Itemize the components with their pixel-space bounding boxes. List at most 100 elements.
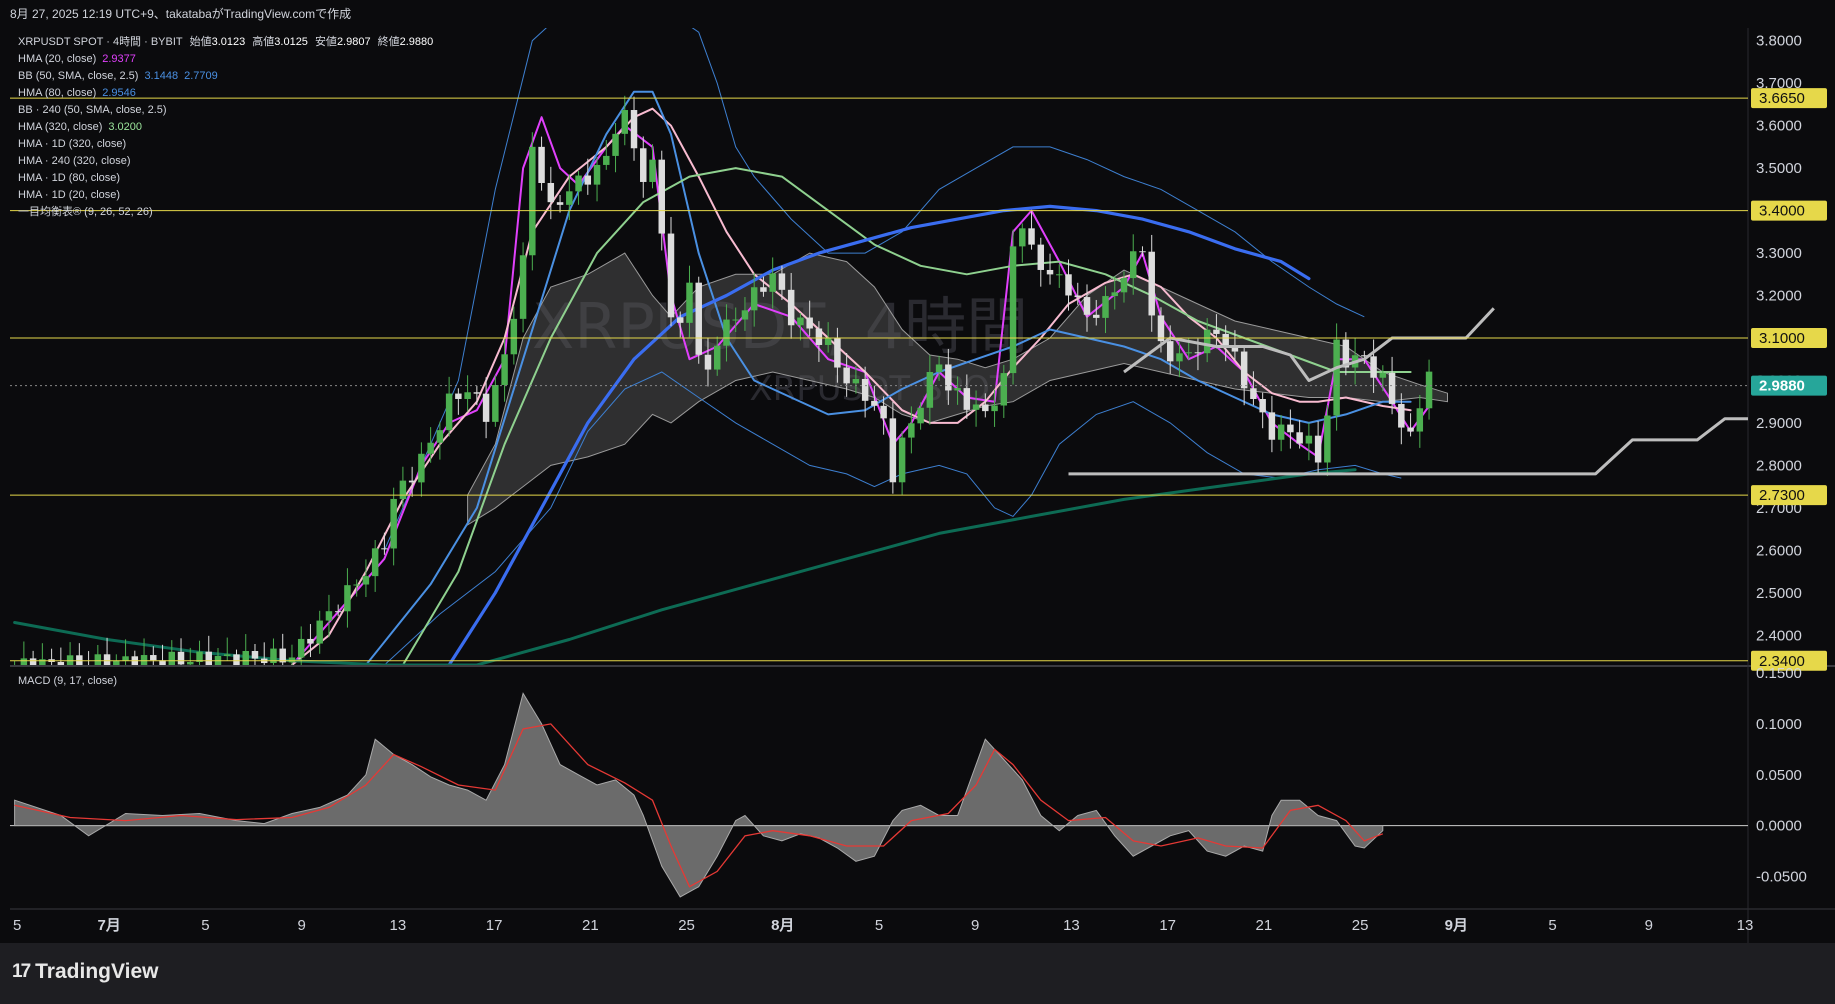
date-axis-tick: 5 — [201, 917, 209, 934]
date-axis-tick: 9月 — [1445, 917, 1468, 934]
legend-indicator-value: 2.9377 — [102, 53, 136, 65]
candle-body — [1083, 297, 1091, 315]
candle-body — [741, 310, 749, 320]
candle-body — [1370, 356, 1377, 378]
legend-indicator-row[interactable]: 一目均衡表® (9, 26, 52, 26) — [18, 204, 433, 221]
candle-body — [1240, 351, 1248, 389]
candle-body — [510, 318, 518, 355]
candle-body — [769, 273, 776, 292]
date-axis-tick: 21 — [582, 917, 599, 934]
candle-body — [381, 548, 388, 550]
candle-body — [1296, 432, 1303, 444]
legend-indicator-label: HMA · 1D (20, close) — [18, 189, 121, 201]
candle-body — [297, 638, 305, 658]
candle-body — [713, 345, 721, 370]
candle-body — [1305, 435, 1313, 444]
date-axis-tick: 25 — [1352, 917, 1369, 934]
candle-body — [1314, 435, 1322, 463]
tradingview-logo[interactable]: 17 TradingView — [12, 960, 158, 984]
legend-indicator-row[interactable]: BB · 240 (50, SMA, close, 2.5) — [18, 102, 433, 119]
candle-body — [251, 651, 259, 659]
legend-indicator-label: HMA (320, close) — [18, 121, 103, 133]
legend-indicator-row[interactable]: HMA (320, close) 3.0200 — [18, 119, 433, 136]
candle-body — [150, 655, 157, 661]
candle-body — [307, 638, 314, 644]
date-axis-tick: 5 — [13, 917, 21, 934]
candle-body — [399, 480, 407, 499]
candle-body — [168, 651, 176, 665]
legend-indicator-value2: 2.7709 — [184, 70, 218, 82]
candle-body — [316, 620, 323, 644]
candle-body — [122, 656, 129, 661]
candle-body — [492, 384, 499, 422]
legend-indicator-row[interactable]: HMA · 1D (320, close) — [18, 136, 433, 153]
last-price-tag-label: 2.9880 — [1759, 378, 1805, 395]
date-axis-tick: 7月 — [98, 917, 121, 934]
candle-body — [1074, 295, 1081, 298]
candle-body — [1425, 371, 1433, 409]
candle-body — [455, 393, 462, 399]
date-axis-tick: 5 — [875, 917, 883, 934]
candle-body — [723, 319, 730, 346]
legend-indicator-row[interactable]: BB (50, SMA, close, 2.5) 3.1448 2.7709 — [18, 68, 433, 85]
candle-body — [621, 110, 629, 134]
candle-body — [177, 651, 185, 665]
candle-body — [427, 442, 434, 454]
macd-label: MACD (9, 17, close) — [18, 675, 118, 687]
candle-body — [436, 430, 444, 443]
date-axis-tick: 17 — [1159, 917, 1176, 934]
legend-indicator-row[interactable]: HMA (80, close) 2.9546 — [18, 85, 433, 102]
candle-body — [242, 651, 249, 665]
price-axis-tick: 3.6000 — [1756, 118, 1802, 135]
legend-symbol-row[interactable]: XRPUSDT SPOT · 4時間 · BYBIT 始値3.0123 高値3.01… — [18, 34, 433, 51]
candle-body — [1102, 296, 1109, 318]
candle-body — [482, 393, 490, 422]
candle-body — [824, 338, 832, 345]
macd-axis-tick: -0.0500 — [1756, 869, 1807, 886]
candle-body — [889, 418, 897, 483]
legend-low-label: 安値 — [314, 36, 337, 48]
candle-body — [704, 354, 712, 370]
legend-indicator-label: 一目均衡表® (9, 26, 52, 26) — [18, 206, 153, 218]
legend-indicator-label: HMA · 1D (80, close) — [18, 172, 121, 184]
candle-body — [584, 175, 592, 185]
candle-body — [1166, 341, 1174, 362]
candle-body — [917, 407, 924, 424]
candle-body — [1287, 424, 1294, 433]
legend-indicator-label: HMA (80, close) — [18, 87, 97, 99]
candle-body — [1148, 251, 1155, 316]
legend-symbol: XRPUSDT SPOT · 4時間 · BYBIT — [18, 36, 183, 48]
candle-body — [1000, 373, 1008, 406]
candle-body — [1019, 228, 1026, 247]
date-axis-tick: 25 — [678, 917, 695, 934]
level-tag-label: 3.6650 — [1759, 90, 1805, 107]
legend-indicator-row[interactable]: HMA · 240 (320, close) — [18, 153, 433, 170]
candle-body — [529, 146, 536, 256]
price-axis-tick: 3.8000 — [1756, 33, 1802, 50]
legend-indicator-row[interactable]: HMA · 1D (80, close) — [18, 170, 433, 187]
tradingview-logo-text: TradingView — [35, 960, 159, 983]
candle-body — [667, 233, 675, 318]
candle-body — [991, 405, 998, 412]
candle-body — [963, 388, 971, 410]
candle-body — [445, 393, 453, 431]
legend-indicator-row[interactable]: HMA (20, close) 2.9377 — [18, 51, 433, 68]
candle-body — [945, 364, 952, 391]
candle-body — [834, 338, 841, 368]
legend-indicator-row[interactable]: HMA · 1D (20, close) — [18, 187, 433, 204]
bottom-bar — [0, 943, 1835, 1004]
legend-close-label: 終値 — [377, 36, 400, 48]
date-axis-tick: 13 — [390, 917, 407, 934]
candle-body — [344, 585, 351, 612]
candle-body — [1056, 274, 1063, 276]
candle-body — [1259, 399, 1266, 413]
candle-body — [603, 155, 610, 165]
legend-high: 3.0125 — [274, 36, 308, 48]
candle-body — [695, 282, 702, 355]
legend-indicator-label: HMA (20, close) — [18, 53, 97, 65]
level-tag-label: 3.4000 — [1759, 203, 1805, 220]
candle-body — [473, 392, 481, 394]
candle-body — [750, 287, 758, 311]
candle-body — [1388, 372, 1396, 404]
candle-body — [1185, 352, 1192, 354]
